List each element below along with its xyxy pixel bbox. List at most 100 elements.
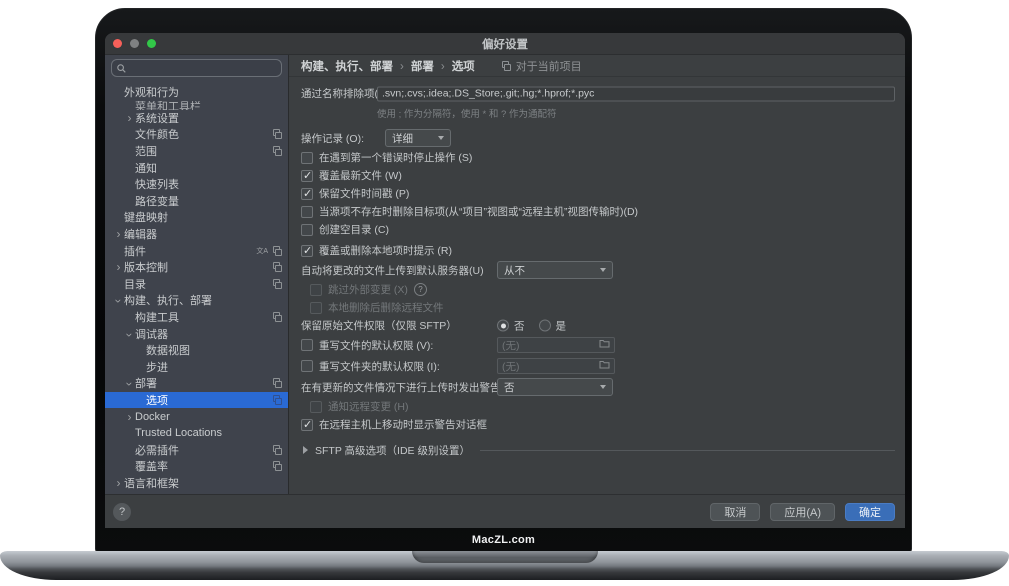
sidebar-item-trusted-locations[interactable]: Trusted Locations	[105, 425, 288, 442]
sidebar-item-notifications[interactable]: 通知	[105, 159, 288, 176]
sidebar-item-languages-frameworks[interactable]: ›语言和框架	[105, 475, 288, 492]
sidebar-item-label: 目录	[124, 276, 146, 292]
project-level-icon	[272, 461, 282, 471]
delete-target-when-source-missing-row: 当源项不存在时删除目标项(从“项目”视图或“远程主机”视图传输时)(D)	[301, 203, 895, 220]
preserve-permissions-radio-option[interactable]: 是	[539, 318, 567, 333]
create-empty-directories-row: 创建空目录 (C)	[301, 221, 895, 238]
search-input[interactable]	[130, 61, 276, 75]
prompt-on-overwrite-local-checkbox[interactable]	[301, 245, 313, 257]
sidebar-item-system-settings[interactable]: ›系统设置	[105, 110, 288, 127]
preserve-permissions-radio-option[interactable]: 否	[497, 318, 525, 333]
minimize-window-button[interactable]	[130, 39, 139, 48]
sidebar-item-build-tools[interactable]: 构建工具	[105, 309, 288, 326]
operations-logging-row: 操作记录 (O):详细	[301, 128, 895, 148]
skip-external-changes-row: 跳过外部变更 (X)?	[310, 281, 895, 298]
exclude-names-input[interactable]: .svn;.cvs;.idea;.DS_Store;.git;.hg;*.hpr…	[377, 86, 895, 101]
close-window-button[interactable]	[113, 39, 122, 48]
sidebar-item-label: 键盘映射	[124, 209, 168, 225]
exclude-names-hint-row: 使用 ; 作为分隔符，使用 * 和 ? 作为通配符	[377, 106, 895, 120]
sidebar-item-path-variables[interactable]: 路径变量	[105, 193, 288, 210]
sidebar-item-plugins[interactable]: 插件文A	[105, 242, 288, 259]
field-column: 从不	[497, 261, 613, 279]
ok-button[interactable]: 确定	[845, 503, 895, 521]
warn-on-upload-newer-label: 在有更新的文件情况下进行上传时发出警告 (N):	[301, 380, 521, 395]
settings-main-panel: 构建、执行、部署›部署›选项 对于当前项目 通过名称排除项(E):.svn;.c…	[289, 55, 905, 494]
footer-buttons: 取消 应用(A) 确定	[710, 503, 895, 521]
sidebar-item-appearance-behavior[interactable]: 外观和行为	[105, 84, 288, 101]
project-level-icon	[272, 445, 282, 455]
dropdown-value: 否	[504, 380, 515, 395]
traffic-lights	[113, 33, 156, 54]
sidebar-item-deployment[interactable]: ›部署	[105, 375, 288, 392]
overwrite-up-to-date-files-checkbox[interactable]	[301, 170, 313, 182]
sidebar-item-editor[interactable]: ›编辑器	[105, 226, 288, 243]
section-separator-line	[480, 450, 895, 451]
sidebar-item-version-control[interactable]: ›版本控制	[105, 259, 288, 276]
chevron-collapsed-icon[interactable]: ›	[113, 478, 124, 488]
create-empty-directories-checkbox[interactable]	[301, 224, 313, 236]
radio-button[interactable]	[539, 320, 551, 332]
sidebar-item-file-colors[interactable]: 文件颜色	[105, 126, 288, 143]
sftp-advanced-section-title[interactable]: SFTP 高级选项（IDE 级别设置）	[315, 443, 470, 458]
collapsed-triangle-icon[interactable]	[303, 446, 308, 454]
preserve-timestamps-label: 保留文件时间戳 (P)	[319, 186, 409, 201]
settings-sidebar: 外观和行为菜单和工具栏›系统设置文件颜色范围通知快速列表路径变量键盘映射›编辑器…	[105, 55, 289, 494]
sidebar-item-debugger[interactable]: ›调试器	[105, 325, 288, 342]
chevron-collapsed-icon[interactable]: ›	[113, 229, 124, 239]
sidebar-item-scopes[interactable]: 范围	[105, 143, 288, 160]
breadcrumb-item[interactable]: 部署	[411, 61, 434, 73]
preserve-timestamps-checkbox[interactable]	[301, 188, 313, 200]
sidebar-item-keymap[interactable]: 键盘映射	[105, 209, 288, 226]
warn-on-upload-newer-dropdown[interactable]: 否	[497, 378, 613, 396]
stop-on-first-error-checkbox[interactable]	[301, 152, 313, 164]
dropdown-value: 详细	[392, 131, 413, 146]
cancel-button[interactable]: 取消	[710, 503, 760, 521]
chevron-collapsed-icon[interactable]: ›	[113, 262, 124, 272]
sidebar-item-options[interactable]: 选项	[105, 392, 288, 409]
upload-changed-files-dropdown[interactable]: 从不	[497, 261, 613, 279]
sidebar-item-coverage[interactable]: 覆盖率	[105, 458, 288, 475]
help-circle-icon[interactable]: ?	[414, 283, 427, 296]
project-level-icon	[272, 395, 282, 405]
radio-button[interactable]	[497, 320, 509, 332]
chevron-down-icon	[600, 385, 606, 389]
sidebar-item-label: 步进	[146, 359, 168, 375]
sidebar-item-directories[interactable]: 目录	[105, 276, 288, 293]
sidebar-item-docker[interactable]: ›Docker	[105, 408, 288, 425]
sidebar-item-stepping[interactable]: 步进	[105, 359, 288, 376]
chevron-collapsed-icon[interactable]: ›	[124, 113, 135, 123]
sidebar-item-quick-lists[interactable]: 快速列表	[105, 176, 288, 193]
upload-changed-files-label: 自动将更改的文件上传到默认服务器(U)	[301, 263, 484, 278]
apply-button[interactable]: 应用(A)	[770, 503, 835, 521]
chevron-expanded-icon[interactable]: ›	[114, 296, 124, 307]
folder-icon[interactable]	[599, 339, 610, 351]
override-folder-permissions-checkbox[interactable]	[301, 360, 313, 372]
settings-search[interactable]	[111, 59, 282, 77]
field-column: (无)	[497, 358, 615, 374]
folder-icon[interactable]	[599, 360, 610, 372]
input-value: (无)	[502, 359, 520, 374]
stop-on-first-error-row: 在遇到第一个错误时停止操作 (S)	[301, 149, 895, 166]
chevron-expanded-icon[interactable]: ›	[125, 379, 135, 390]
help-button[interactable]: ?	[113, 503, 131, 521]
sidebar-item-build-execution-deployment[interactable]: ›构建、执行、部署	[105, 292, 288, 309]
override-file-permissions-checkbox[interactable]	[301, 339, 313, 351]
warn-on-move-on-remote-checkbox[interactable]	[301, 419, 313, 431]
breadcrumb-item[interactable]: 选项	[452, 61, 475, 73]
chevron-expanded-icon[interactable]: ›	[125, 329, 135, 340]
sidebar-item-data-views[interactable]: 数据视图	[105, 342, 288, 359]
breadcrumb: 构建、执行、部署›部署›选项 对于当前项目	[289, 55, 905, 77]
sidebar-item-label: 通知	[135, 160, 157, 176]
sidebar-item-menus-toolbars[interactable]: 菜单和工具栏	[105, 101, 288, 110]
skip-external-changes-checkbox	[310, 284, 322, 296]
chevron-collapsed-icon[interactable]: ›	[124, 412, 135, 422]
preferences-window: 偏好设置 外观和行为菜单和工具栏›系统设置文件颜色范围通知快速列表路径变量键盘映…	[105, 33, 905, 528]
delete-remote-on-local-delete-checkbox	[310, 302, 322, 314]
sidebar-item-required-plugins[interactable]: 必需插件	[105, 441, 288, 458]
override-folder-permissions-label: 重写文件夹的默认权限 (I):	[319, 359, 440, 374]
dropdown-value: 从不	[504, 263, 525, 278]
operations-logging-dropdown[interactable]: 详细	[385, 129, 451, 147]
breadcrumb-item[interactable]: 构建、执行、部署	[301, 61, 393, 73]
zoom-window-button[interactable]	[147, 39, 156, 48]
delete-target-when-source-missing-checkbox[interactable]	[301, 206, 313, 218]
